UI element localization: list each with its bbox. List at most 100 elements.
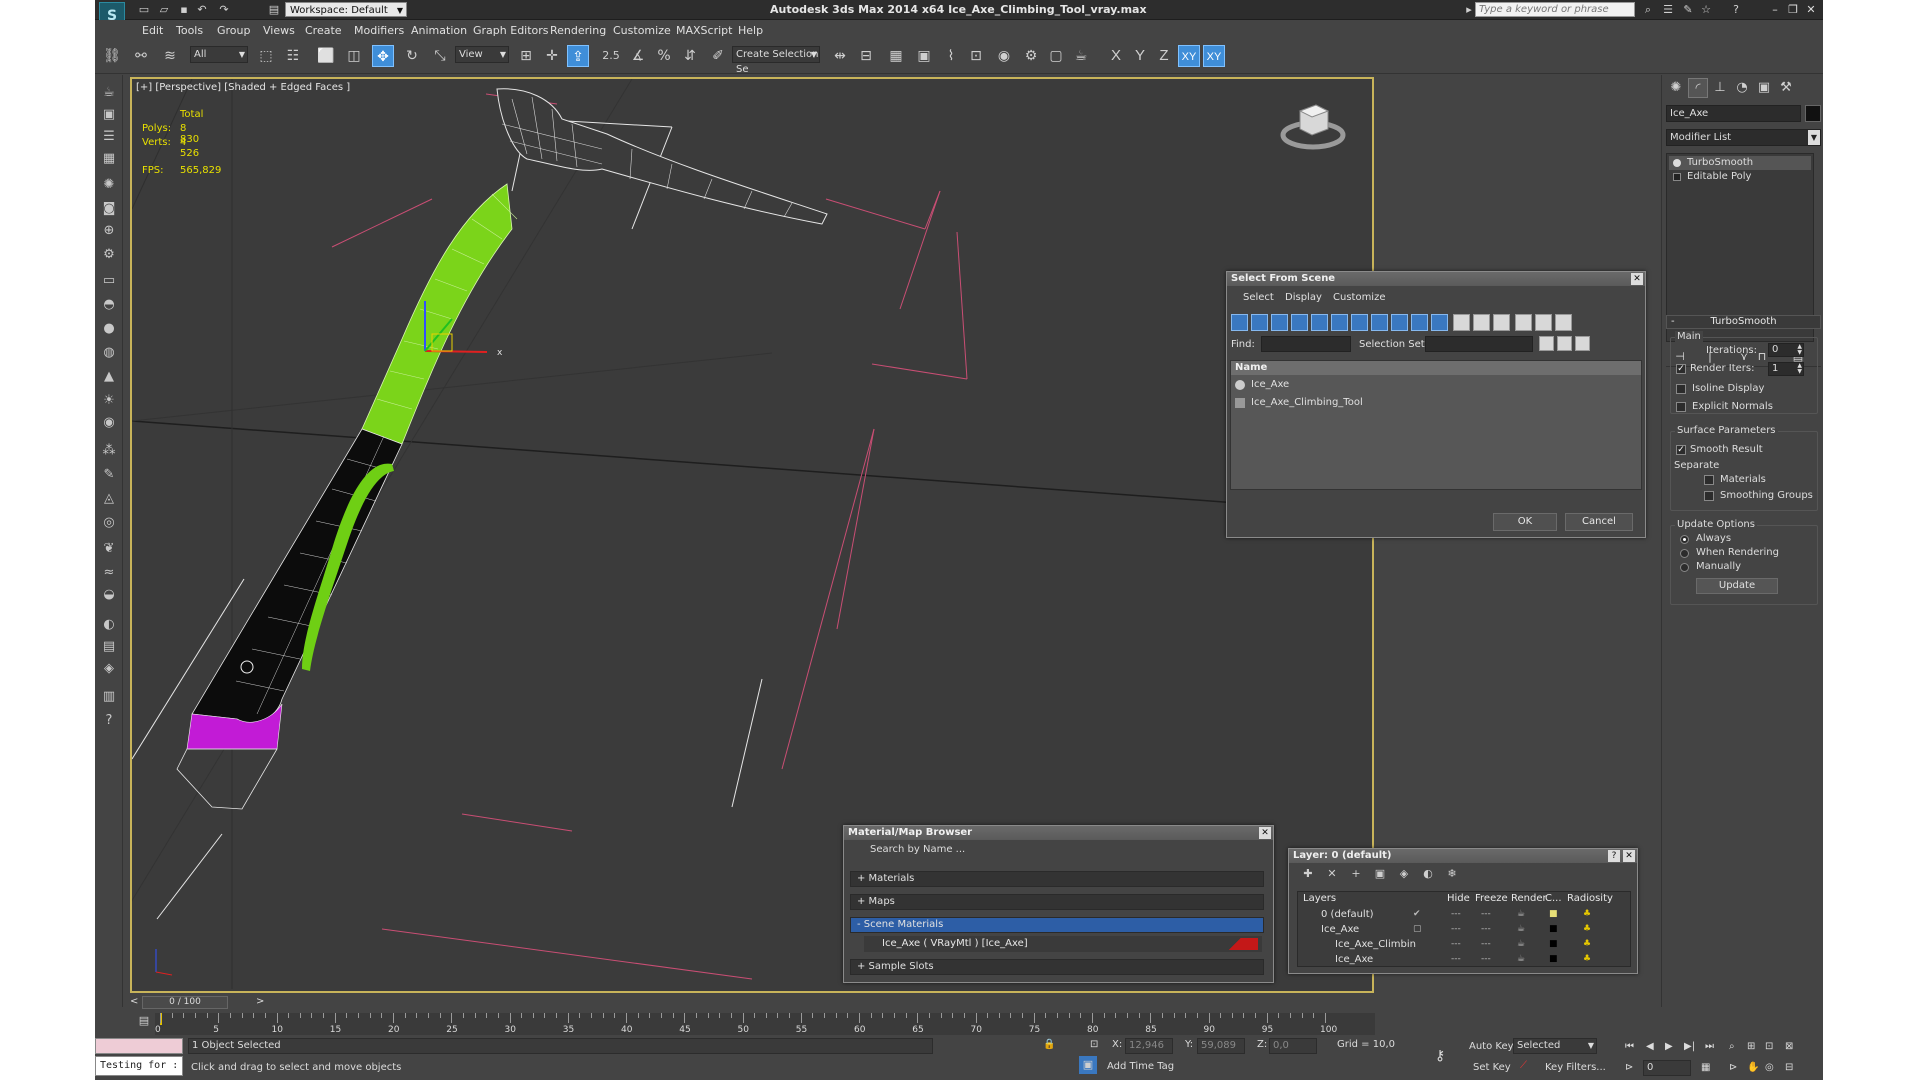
prev-frame-icon[interactable]: ◀ [1646, 1041, 1654, 1052]
x-coord-field[interactable]: 12,946 [1125, 1038, 1173, 1054]
track-bar-toggle-icon[interactable]: ▤ [135, 1012, 153, 1030]
motion-tab-icon[interactable]: ◔ [1732, 78, 1752, 98]
geosphere-icon[interactable]: ◉ [99, 413, 119, 433]
ok-button[interactable]: OK [1493, 513, 1557, 531]
selection-set-add-icon[interactable] [1539, 336, 1554, 351]
render-teapot-icon[interactable]: ☕ [1517, 937, 1525, 952]
layer-row[interactable]: Ice_Axe_Climbin --- --- ☕ ■ ♣ [1301, 937, 1639, 952]
separate-smoothing-checkbox[interactable] [1704, 491, 1714, 501]
filter-xrefs-icon[interactable] [1371, 314, 1388, 331]
maximize-viewport-icon[interactable]: ⊟ [1785, 1062, 1793, 1073]
col-render[interactable]: Render [1511, 893, 1547, 905]
communication-icon[interactable]: ✎ [1681, 3, 1695, 16]
hide-toggle[interactable]: --- [1451, 952, 1461, 967]
percent-snap-icon[interactable]: % [653, 45, 675, 67]
named-selection-dropdown[interactable]: Create Selection Se ▼ [732, 46, 820, 75]
new-file-icon[interactable]: ▭ [137, 3, 151, 16]
modifier-list-dropdown[interactable]: Modifier List ▼ [1666, 129, 1821, 146]
selection-filter-dropdown[interactable]: All ▼ [190, 46, 248, 63]
render-teapot-icon[interactable]: ☕ [1517, 907, 1525, 922]
workspace-dropdown[interactable]: Workspace: Default ▼ [285, 2, 407, 17]
maxscript-mini-listener[interactable]: Testing for : [95, 1056, 183, 1076]
display-tab-icon[interactable]: ▣ [1754, 78, 1774, 98]
mesh-icon[interactable]: ◬ [99, 489, 119, 509]
help-icon[interactable]: ? [1729, 3, 1743, 16]
next-frame-icon[interactable]: ▶| [1684, 1041, 1695, 1052]
paint-icon[interactable]: ✎ [99, 465, 119, 485]
current-layer-box[interactable]: ▢ [1413, 922, 1422, 937]
menu-customize[interactable]: Customize [613, 24, 671, 37]
radiosity-icon[interactable]: ♣ [1583, 952, 1591, 967]
selection-set-remove-icon[interactable] [1557, 336, 1572, 351]
object-color-swatch[interactable] [1805, 105, 1821, 122]
object-name-field[interactable]: Ice_Axe [1666, 105, 1801, 122]
search-expand-icon[interactable]: ▸ [1462, 3, 1476, 16]
column-name-header[interactable]: Name [1231, 361, 1641, 375]
bulb-icon[interactable] [1673, 159, 1681, 167]
render-iters-spinner[interactable]: 1 ▲ ▼ [1768, 362, 1804, 376]
time-slider-thumb[interactable]: 0 / 100 [142, 996, 228, 1009]
separate-materials-checkbox[interactable] [1704, 475, 1714, 485]
auto-key-button[interactable]: Auto Key [1469, 1041, 1514, 1052]
isoline-display-checkbox[interactable] [1676, 384, 1686, 394]
undo-icon[interactable]: ↶ [195, 3, 209, 16]
globe-icon[interactable]: ◎ [99, 513, 119, 533]
time-prev-icon[interactable]: < [130, 996, 138, 1007]
material-search-input[interactable]: Search by Name ... [848, 843, 1268, 857]
fov-icon[interactable]: ⊳ [1729, 1062, 1737, 1073]
close-icon[interactable]: ✕ [1631, 273, 1643, 285]
col-freeze[interactable]: Freeze [1475, 893, 1508, 905]
menu-group[interactable]: Group [217, 24, 251, 37]
radiosity-icon[interactable]: ♣ [1583, 922, 1591, 937]
map-icon[interactable]: ▤ [99, 637, 119, 657]
plant-icon[interactable]: ❦ [99, 539, 119, 559]
z-coord-field[interactable]: 0,0 [1269, 1038, 1317, 1054]
pan-icon[interactable]: ✋ [1747, 1062, 1759, 1073]
scene-icon[interactable]: ◈ [99, 659, 119, 679]
spinner-snap-icon[interactable]: ⇵ [679, 45, 701, 67]
script-icon[interactable]: ▥ [99, 687, 119, 707]
graphite-tools-icon[interactable]: ▣ [913, 45, 935, 67]
sphere-icon[interactable]: ● [99, 319, 119, 339]
layer-row[interactable]: Ice_Axe ▢ --- --- ☕ ■ ♣ [1301, 922, 1639, 937]
rect-region-icon[interactable]: ⬜ [315, 45, 337, 67]
torus-icon[interactable]: ◍ [99, 343, 119, 363]
binoculars-icon[interactable]: ⌕ [1641, 3, 1655, 16]
create-tab-icon[interactable]: ✺ [1666, 78, 1686, 98]
layer-row[interactable]: 0 (default) ✔ --- --- ☕ ■ ♣ [1301, 907, 1639, 922]
expand-icon[interactable] [1673, 173, 1681, 181]
pivot-center-icon[interactable]: ⊞ [515, 45, 537, 67]
time-config-icon[interactable]: ▦ [1701, 1062, 1710, 1073]
col-layers[interactable]: Layers [1303, 893, 1336, 905]
isolate-icon[interactable]: ▣ [1079, 1056, 1097, 1074]
constraint-x-button[interactable]: X [1105, 45, 1127, 67]
selection-set-dropdown[interactable] [1425, 336, 1533, 352]
filter-containers-icon[interactable] [1411, 314, 1428, 331]
ref-coord-dropdown[interactable]: View ▼ [455, 46, 509, 63]
y-coord-field[interactable]: 59,089 [1197, 1038, 1245, 1054]
menu-graph-editors[interactable]: Graph Editors [473, 24, 549, 37]
list-item[interactable]: Ice_Axe_Climbing_Tool [1231, 395, 1641, 411]
col-color[interactable]: C... [1545, 893, 1562, 905]
link-icon[interactable]: ⛓ [101, 45, 123, 67]
bind-spacewarp-icon[interactable]: ≋ [159, 45, 181, 67]
layer-color-swatch[interactable]: ■ [1549, 922, 1558, 937]
viewport-label[interactable]: [+] [Perspective] [Shaded + Edged Faces … [136, 82, 350, 93]
unlink-icon[interactable]: ⚯ [130, 45, 152, 67]
close-icon[interactable]: ✕ [1623, 850, 1635, 862]
menu-animation[interactable]: Animation [411, 24, 467, 37]
layer-row[interactable]: Ice_Axe --- --- ☕ ■ ♣ [1301, 952, 1639, 967]
align-icon[interactable]: ⊟ [855, 45, 877, 67]
systems-icon[interactable]: ⚙ [99, 245, 119, 265]
sfs-menu-customize[interactable]: Customize [1333, 292, 1386, 303]
hemisphere-icon[interactable]: ◓ [99, 295, 119, 315]
layer-freeze-all-icon[interactable]: ❄ [1443, 865, 1461, 883]
select-invert-icon[interactable] [1493, 314, 1510, 331]
menu-create[interactable]: Create [305, 24, 342, 37]
curve-editor-icon[interactable]: ⌇ [940, 45, 962, 67]
select-by-name-icon[interactable]: ☷ [282, 45, 304, 67]
section-maps[interactable]: + Maps [850, 894, 1264, 910]
zoom-icon[interactable]: ⌕ [1729, 1041, 1735, 1052]
filter-helpers-icon[interactable] [1311, 314, 1328, 331]
close-icon[interactable]: ✕ [1259, 827, 1271, 839]
